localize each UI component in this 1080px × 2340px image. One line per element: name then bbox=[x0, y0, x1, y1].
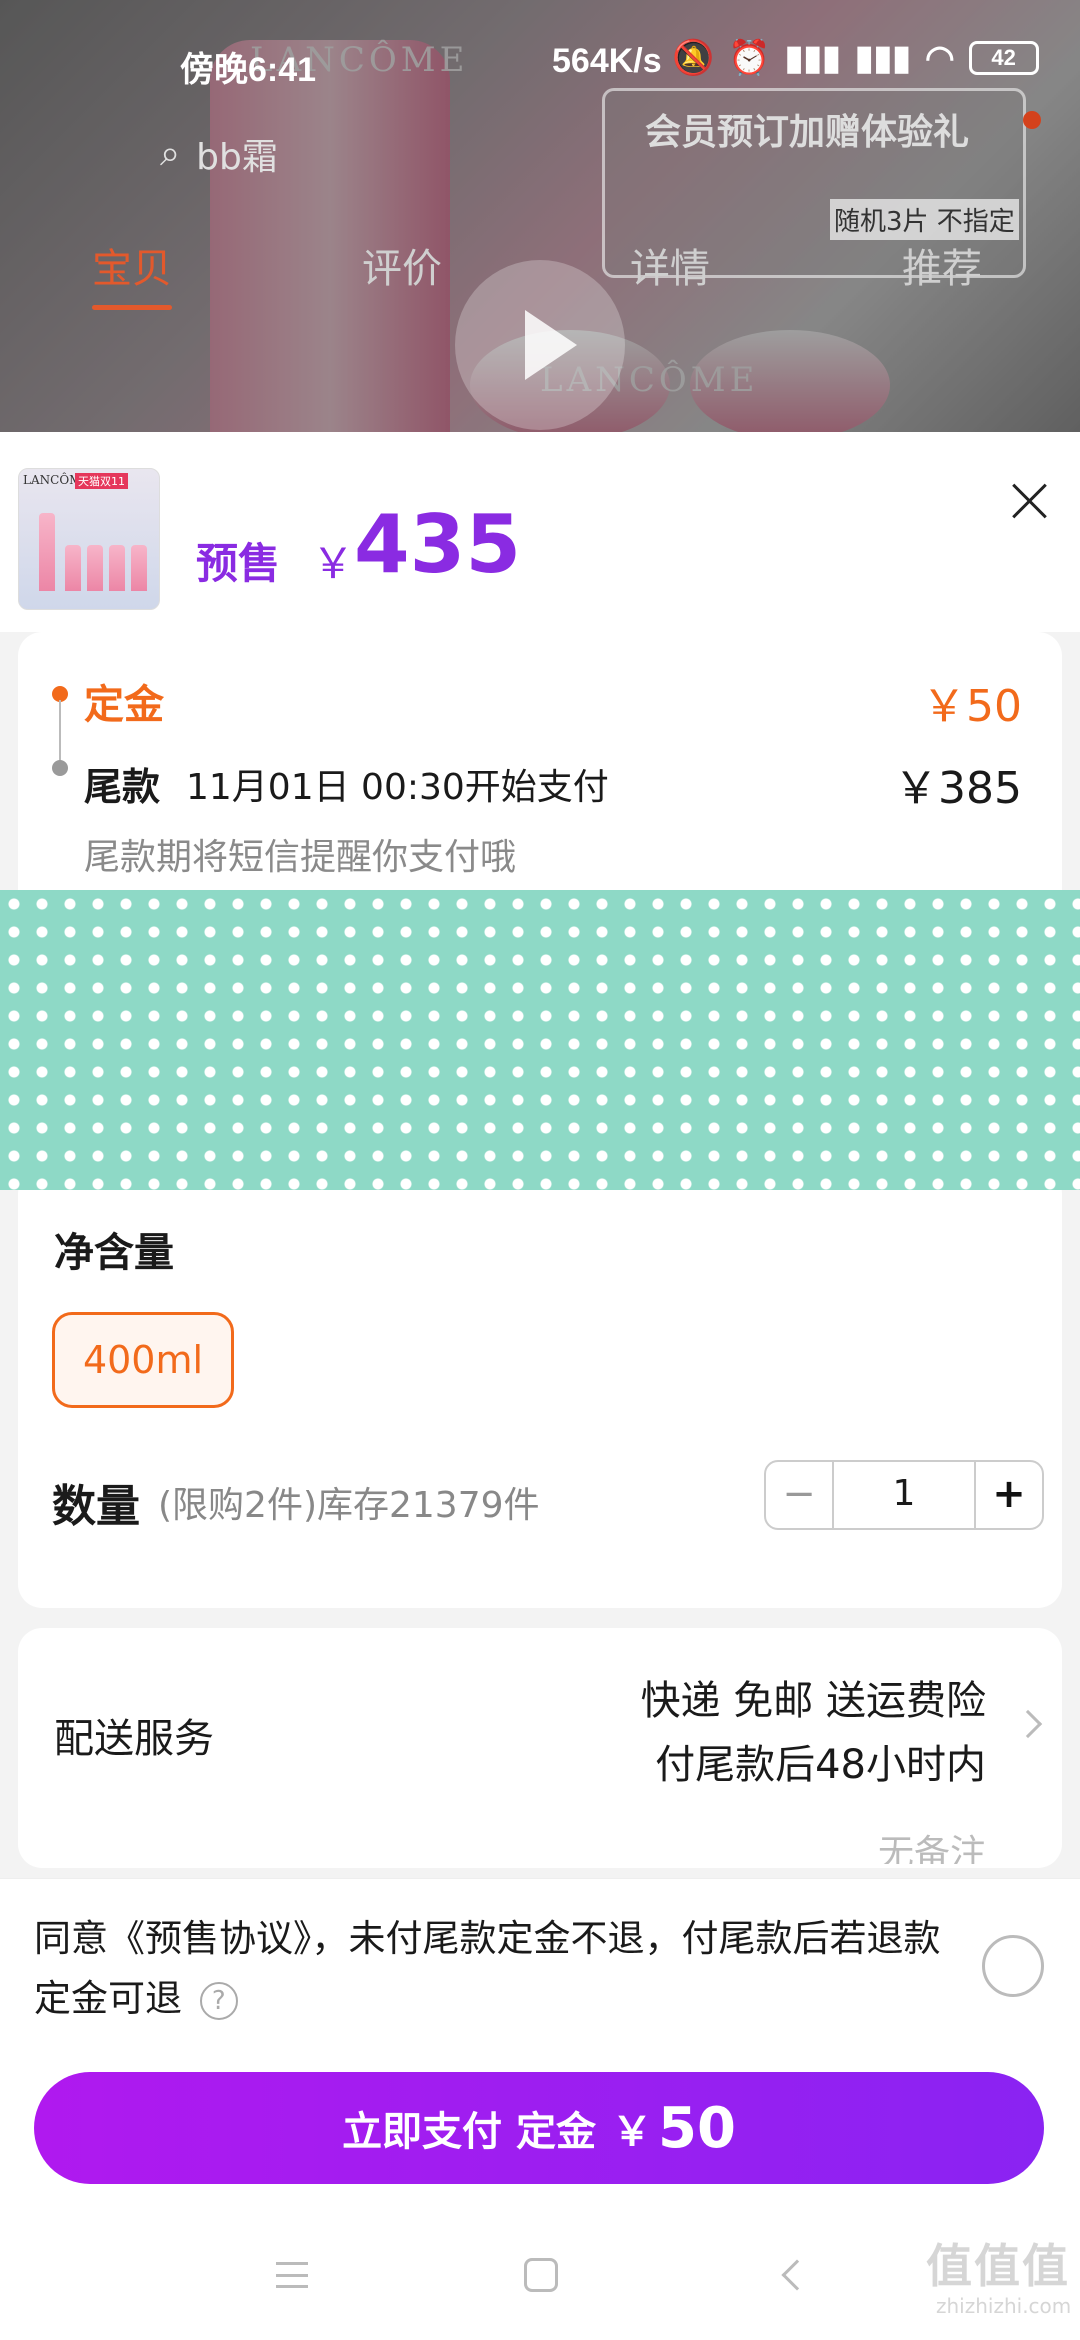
remark-text: 无备注 bbox=[877, 1833, 986, 1864]
tab-recommend[interactable]: 推荐 bbox=[902, 236, 982, 294]
pay-area: 立即支付 定金 ￥ 50 bbox=[0, 2050, 1080, 2210]
thumb-bottle bbox=[65, 545, 81, 591]
quantity-stepper: − 1 + bbox=[764, 1460, 1044, 1530]
pay-button-label: 立即支付 定金 bbox=[342, 2109, 596, 2155]
agreement-bar: 同意《预售协议》，未付尾款定金不退，付尾款后若退款定金可退 ? bbox=[0, 1878, 1080, 2050]
payment-schedule-card: 定金 ￥50 尾款 11月01日 00:30开始支付 ￥385 尾款期将短信提醒… bbox=[18, 632, 1062, 920]
quantity-hint: (限购2件)库存21379件 bbox=[158, 1485, 540, 1526]
spec-card: 净含量 400ml 数量 (限购2件)库存21379件 − 1 + bbox=[18, 1170, 1062, 1608]
presale-label: 预售 bbox=[196, 539, 281, 588]
notification-dot bbox=[1023, 111, 1041, 129]
status-time: 傍晚6:41 bbox=[180, 51, 317, 89]
price-currency: ￥ bbox=[312, 539, 355, 588]
system-nav-bar: 值值值 zhizhizhi.com bbox=[0, 2210, 1080, 2340]
battery-icon: 42 bbox=[968, 41, 1039, 75]
pay-button-currency: ￥ bbox=[612, 2109, 652, 2155]
alarm-icon: ⏰ bbox=[728, 39, 771, 77]
redaction-overlay bbox=[0, 890, 1080, 1190]
promo-title: 会员预订加赠体验礼 bbox=[645, 112, 970, 153]
network-rate: 564K/s bbox=[552, 42, 662, 80]
thumb-bottle bbox=[39, 513, 55, 591]
search-text: bb霜 bbox=[196, 137, 278, 178]
balance-amount: ￥385 bbox=[894, 763, 1022, 814]
shipping-time: 付尾款后48小时内 bbox=[655, 1742, 986, 1788]
search-icon: ⌕ bbox=[160, 133, 181, 174]
agreement-text[interactable]: 同意《预售协议》，未付尾款定金不退，付尾款后若退款定金可退 ? bbox=[34, 1909, 974, 2029]
sms-reminder-note: 尾款期将短信提醒你支付哦 bbox=[84, 837, 517, 878]
spec-option-400ml[interactable]: 400ml bbox=[52, 1312, 234, 1408]
signal-icon: ▮▮▮ bbox=[784, 39, 841, 77]
pay-deposit-button[interactable]: 立即支付 定金 ￥ 50 bbox=[34, 2072, 1044, 2184]
thumb-bottle bbox=[109, 545, 125, 591]
shipping-card[interactable]: 配送服务 快递 免邮 送运费险 付尾款后48小时内 无备注 bbox=[18, 1628, 1062, 1868]
mute-bell-icon: 🔕 bbox=[672, 39, 715, 77]
product-thumbnail[interactable]: LANCÔME 天猫双11 bbox=[18, 468, 160, 610]
product-jar-image bbox=[690, 330, 890, 440]
site-watermark-url: zhizhizhi.com bbox=[936, 2294, 1072, 2318]
presale-price: 435 bbox=[354, 498, 521, 591]
thumb-bottle bbox=[131, 545, 147, 591]
help-icon[interactable]: ? bbox=[199, 1981, 238, 2020]
site-watermark: 值值值 bbox=[926, 2239, 1070, 2293]
promo-subtitle: 随机3片 不指定 bbox=[830, 199, 1019, 240]
pay-button-amount: 50 bbox=[658, 2095, 736, 2161]
signal-icon: ▮▮▮ bbox=[854, 39, 911, 77]
deposit-amount: ￥50 bbox=[922, 681, 1022, 732]
deposit-label: 定金 bbox=[84, 682, 164, 728]
back-icon[interactable] bbox=[781, 2259, 813, 2291]
shipping-label: 配送服务 bbox=[54, 1716, 214, 1762]
search-bar[interactable]: ⌕ bb霜 bbox=[160, 128, 278, 180]
thumb-bottle bbox=[87, 545, 103, 591]
menu-icon[interactable] bbox=[276, 2262, 308, 2288]
balance-start-time: 11月01日 00:30开始支付 bbox=[186, 767, 609, 808]
status-icons: 🔕 ⏰ ▮▮▮ ▮▮▮ ◠ 42 bbox=[672, 38, 1039, 78]
decrease-button[interactable]: − bbox=[766, 1462, 832, 1528]
close-icon[interactable] bbox=[1004, 476, 1054, 526]
sheet-header: LANCÔME 天猫双11 预售 ￥ 435 bbox=[0, 432, 1080, 632]
tab-details[interactable]: 详情 bbox=[630, 236, 710, 294]
home-icon[interactable] bbox=[524, 2258, 558, 2292]
timeline-line bbox=[59, 700, 61, 766]
balance-label: 尾款 bbox=[84, 765, 161, 809]
shipping-method: 快递 免邮 送运费险 bbox=[640, 1678, 986, 1724]
chevron-right-icon bbox=[1013, 1709, 1043, 1739]
thumb-badge: 天猫双11 bbox=[75, 473, 128, 489]
net-content-label: 净含量 bbox=[54, 1230, 174, 1276]
wifi-icon: ◠ bbox=[924, 39, 955, 77]
timeline-dot bbox=[52, 760, 68, 776]
tab-reviews[interactable]: 评价 bbox=[362, 236, 442, 294]
video-play-icon[interactable] bbox=[455, 260, 625, 430]
tab-item[interactable]: 宝贝 bbox=[92, 236, 172, 310]
agreement-checkbox[interactable] bbox=[982, 1935, 1044, 1997]
increase-button[interactable]: + bbox=[976, 1462, 1042, 1528]
quantity-label: 数量 bbox=[52, 1481, 140, 1532]
agreement-label: 同意《预售协议》，未付尾款定金不退，付尾款后若退款定金可退 bbox=[34, 1917, 941, 2020]
quantity-value[interactable]: 1 bbox=[832, 1462, 976, 1528]
